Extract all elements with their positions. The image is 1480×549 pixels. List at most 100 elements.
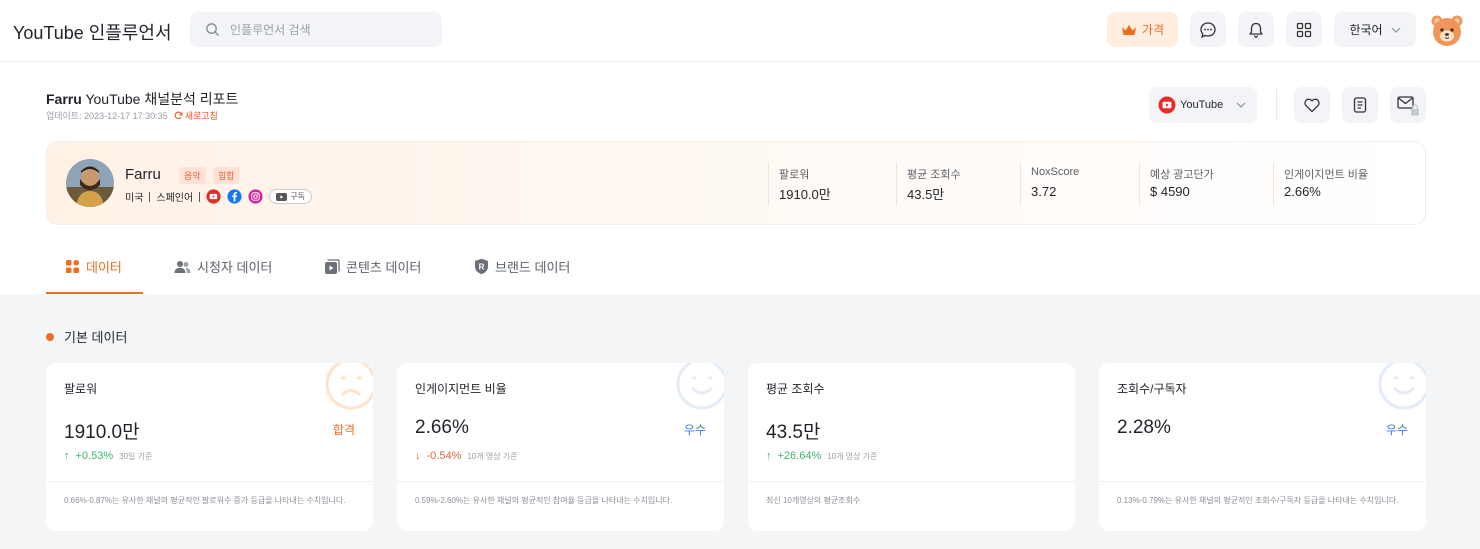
user-avatar[interactable] [1430,13,1464,47]
stat-noxscore: NoxScore 3.72 [1020,142,1140,226]
favorite-button[interactable] [1294,87,1330,123]
brand-shield-icon: R [475,258,488,275]
arrow-up-icon: ↑ [766,450,772,462]
instagram-icon[interactable] [248,189,263,204]
metric-value: 2.28% [1117,417,1171,438]
platform-select[interactable]: YouTube [1149,87,1257,123]
message-button[interactable] [1190,12,1226,47]
metric-value: 1910.0만 [64,422,140,443]
channel-meta: 미국 스페인어 구독 [125,189,312,204]
update-timestamp: 업데이트: 2023-12-17 17:30:35 [46,111,168,121]
metric-change: ↑ +26.64% 10개 영상 기준 [766,450,877,462]
youtube-icon[interactable] [206,189,221,204]
stat-divider [1020,162,1021,206]
metric-note: 0.59%-2.60%는 유사한 채널의 평균적인 참여율 등급을 나타내는 수… [415,496,673,505]
happy-face-icon [676,363,724,410]
channel-avatar[interactable] [66,159,114,207]
stat-label: 평균 조회수 [907,169,961,181]
arrow-down-icon: ↓ [415,450,421,462]
stat-avg-views: 평균 조회수 43.5만 [896,142,1016,226]
stat-divider [768,162,769,206]
subscribe-label: 구독 [290,192,305,201]
header-divider [1276,89,1277,121]
stat-label: NoxScore [1031,166,1080,178]
tab-content-data[interactable]: 콘텐츠 데이터 [324,257,421,276]
metric-change: ↑ +0.53% 30일 기준 [64,450,152,462]
metric-note: 0.66%-0.87%는 유사한 채널의 평균적인 팔로워수 증가 등급을 나타… [64,496,346,505]
section-title: 기본 데이터 [46,327,127,346]
tab-data[interactable]: 데이터 [65,257,122,276]
refresh-button[interactable]: 새로고침 [174,109,218,122]
subscribe-button[interactable]: 구독 [269,189,312,204]
search-box[interactable] [190,12,442,47]
stat-value: 43.5만 [907,187,945,202]
report-document-button[interactable] [1342,87,1378,123]
arrow-up-icon: ↑ [64,450,70,462]
category-tag[interactable]: 음악 [179,167,206,184]
contact-email-button[interactable] [1390,87,1426,123]
stat-followers: 팔로워 1910.0만 [768,142,888,226]
metric-card-avg-views: 평균 조회수 43.5만 ↑ +26.64% 10개 영상 기준 최신 10개영… [748,363,1075,531]
stat-engagement-rate: 인게이지먼트 비율 2.66% [1273,142,1413,226]
meta-divider [149,191,151,202]
metric-grade: 우수 [1385,423,1408,437]
svg-text:R: R [479,263,485,272]
profile-card: Farru 음악 힙합 미국 스페인어 구독 팔로워 1910.0만 평균 조회… [46,141,1426,225]
change-value: +0.53% [75,450,114,462]
stat-divider [1273,162,1274,206]
bell-icon [1249,22,1263,38]
sad-face-icon [325,363,373,410]
video-icon [325,258,340,274]
card-divider [46,481,373,482]
refresh-label: 새로고침 [184,111,218,121]
change-value: +26.64% [777,450,822,462]
metric-value: 2.66% [415,417,469,438]
document-icon [1353,97,1367,113]
tab-label: 브랜드 데이터 [495,260,571,275]
change-basis: 30일 기준 [119,451,153,461]
channel-name: Farru [125,166,161,183]
stat-value: 2.66% [1284,184,1321,199]
price-button[interactable]: 가격 [1107,12,1178,47]
facebook-icon[interactable] [227,189,242,204]
channel-country: 미국 [125,193,144,204]
top-nav: YouTube 인플루언서 가격 한국어 [0,0,1480,62]
tab-brand-data[interactable]: R 브랜드 데이터 [474,257,570,276]
stat-value: 3.72 [1031,184,1057,199]
channel-language: 스페인어 [156,193,194,204]
stat-label: 예상 광고단가 [1150,169,1214,181]
stat-divider [1139,162,1140,206]
section-dot [46,332,54,341]
update-info: 업데이트: 2023-12-17 17:30:35 새로고침 [46,109,218,122]
stat-estimated-ad-price: 예상 광고단가 $ 4590 [1139,142,1264,226]
tab-label: 데이터 [86,260,122,275]
language-label: 한국어 [1349,23,1383,37]
card-divider [1099,481,1426,482]
stat-divider [896,162,897,206]
category-tag[interactable]: 힙합 [213,167,240,184]
metric-grade: 우수 [683,423,706,437]
section-title-text: 기본 데이터 [64,330,128,345]
change-value: -0.54% [426,450,462,462]
notification-button[interactable] [1238,12,1274,47]
metric-value: 43.5만 [766,422,821,443]
users-icon [174,260,191,273]
platform-label: YouTube [1180,99,1224,111]
search-icon [206,23,219,36]
happy-face-icon [1378,363,1426,410]
search-input[interactable] [230,12,430,47]
card-divider [397,481,724,482]
apps-button[interactable] [1286,12,1322,47]
heart-icon [1304,98,1320,112]
metric-card-followers: 팔로워 1910.0만 합격 ↑ +0.53% 30일 기준 0.66%-0.8… [46,363,373,531]
app-logo[interactable]: YouTube 인플루언서 [13,19,172,45]
tab-audience-data[interactable]: 시청자 데이터 [174,257,272,276]
language-select[interactable]: 한국어 [1334,12,1416,47]
card-divider [748,481,1075,482]
metric-label: 조회수/구독자 [1117,382,1187,396]
metric-label: 팔로워 [64,382,98,396]
stat-value: $ 4590 [1150,184,1190,199]
chevron-down-icon [1236,102,1246,108]
change-basis: 10개 영상 기준 [827,451,878,461]
metric-card-engagement: 인게이지먼트 비율 2.66% 우수 ↓ -0.54% 10개 영상 기준 0.… [397,363,724,531]
